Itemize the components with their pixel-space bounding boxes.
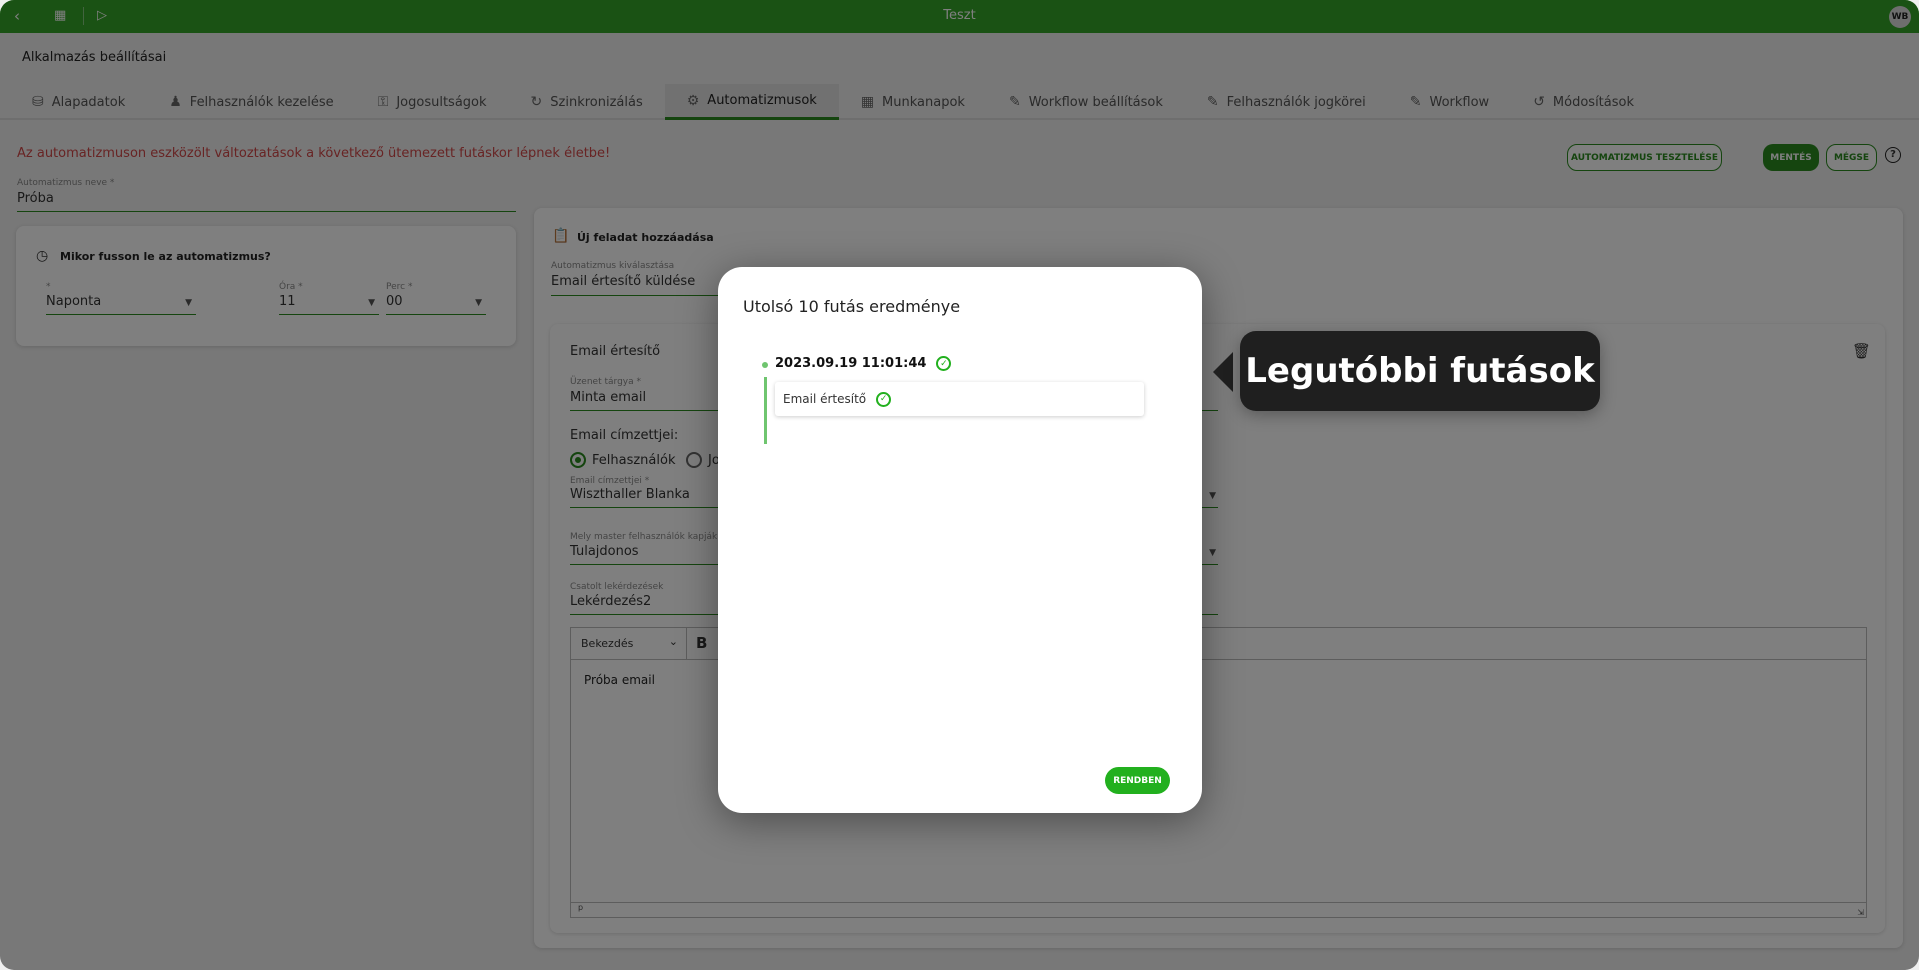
ok-button[interactable]: RENDBEN — [1105, 767, 1170, 794]
task-name: Email értesítő — [783, 392, 867, 406]
run-datetime: 2023.09.19 11:01:44 — [775, 356, 927, 371]
timeline-dot — [762, 362, 768, 368]
run-task-item: Email értesítő ✓ — [775, 382, 1144, 416]
check-circle-icon: ✓ — [936, 356, 952, 371]
check-circle-icon: ✓ — [876, 391, 892, 407]
run-entry: 2023.09.19 11:01:44 ✓ — [775, 356, 952, 371]
callout-tooltip: Legutóbbi futások — [1240, 331, 1600, 411]
dialog-title: Utolsó 10 futás eredménye — [743, 297, 961, 316]
tooltip-arrow — [1213, 352, 1233, 392]
run-results-dialog: Utolsó 10 futás eredménye 2023.09.19 11:… — [718, 267, 1202, 813]
timeline-line — [764, 377, 767, 444]
